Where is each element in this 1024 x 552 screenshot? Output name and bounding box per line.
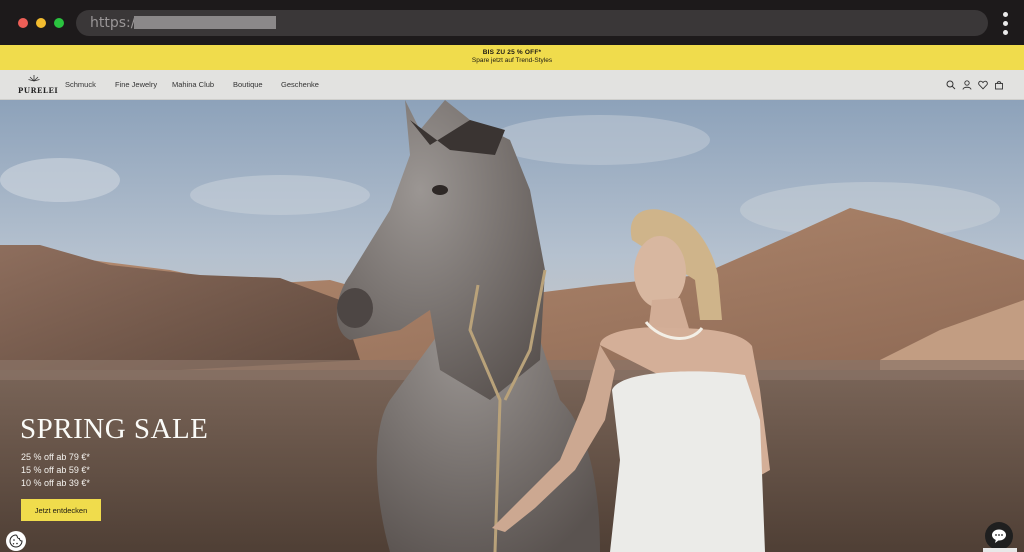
- site-header: PURELEI Schmuck Fine Jewelry Mahina Club…: [0, 70, 1024, 100]
- chat-widget-button[interactable]: [985, 522, 1013, 550]
- cookie-settings-button[interactable]: [6, 531, 26, 551]
- nav-link-schmuck[interactable]: Schmuck: [65, 80, 96, 89]
- cookie-icon: [9, 534, 23, 548]
- promo-banner[interactable]: BIS ZU 25 % OFF* Spare jetzt auf Trend-S…: [0, 45, 1024, 70]
- nav-link-boutique[interactable]: Boutique: [233, 80, 263, 89]
- url-redacted: [134, 16, 276, 29]
- chat-widget-badge: [983, 548, 1017, 552]
- hero-offer-2: 15 % off ab 59 €*: [21, 465, 90, 475]
- hero-title: SPRING SALE: [20, 413, 209, 445]
- hero-offer-3: 10 % off ab 39 €*: [21, 478, 90, 488]
- nav-link-geschenke[interactable]: Geschenke: [281, 80, 319, 89]
- account-icon[interactable]: [962, 80, 972, 90]
- cart-bag-icon[interactable]: [994, 80, 1004, 90]
- hero-image: [0, 100, 1024, 552]
- window-maximize-button[interactable]: [54, 18, 64, 28]
- promo-title: BIS ZU 25 % OFF*: [482, 49, 542, 56]
- logo-text: PURELEI: [18, 86, 59, 95]
- promo-subtitle: Spare jetzt auf Trend-Styles: [471, 57, 553, 64]
- logo-mark-icon: [28, 75, 40, 82]
- window-close-button[interactable]: [18, 18, 28, 28]
- address-bar[interactable]: https://: [76, 10, 988, 36]
- hero-offer-1: 25 % off ab 79 €*: [21, 452, 90, 462]
- wishlist-heart-icon[interactable]: [978, 80, 988, 90]
- browser-menu-icon[interactable]: [1003, 12, 1009, 36]
- shop-now-button[interactable]: Jetzt entdecken: [21, 499, 101, 521]
- nav-link-mahina-club[interactable]: Mahina Club: [172, 80, 214, 89]
- hero-banner[interactable]: SPRING SALE 25 % off ab 79 €* 15 % off a…: [0, 100, 1024, 552]
- chat-bubble-icon: [992, 529, 1006, 543]
- site-logo[interactable]: PURELEI: [18, 74, 59, 98]
- browser-chrome: https://: [0, 0, 1024, 45]
- nav-link-fine-jewelry[interactable]: Fine Jewelry: [115, 80, 157, 89]
- window-minimize-button[interactable]: [36, 18, 46, 28]
- search-icon[interactable]: [946, 80, 956, 90]
- url-protocol: https://: [90, 15, 141, 31]
- header-actions: [946, 80, 1006, 92]
